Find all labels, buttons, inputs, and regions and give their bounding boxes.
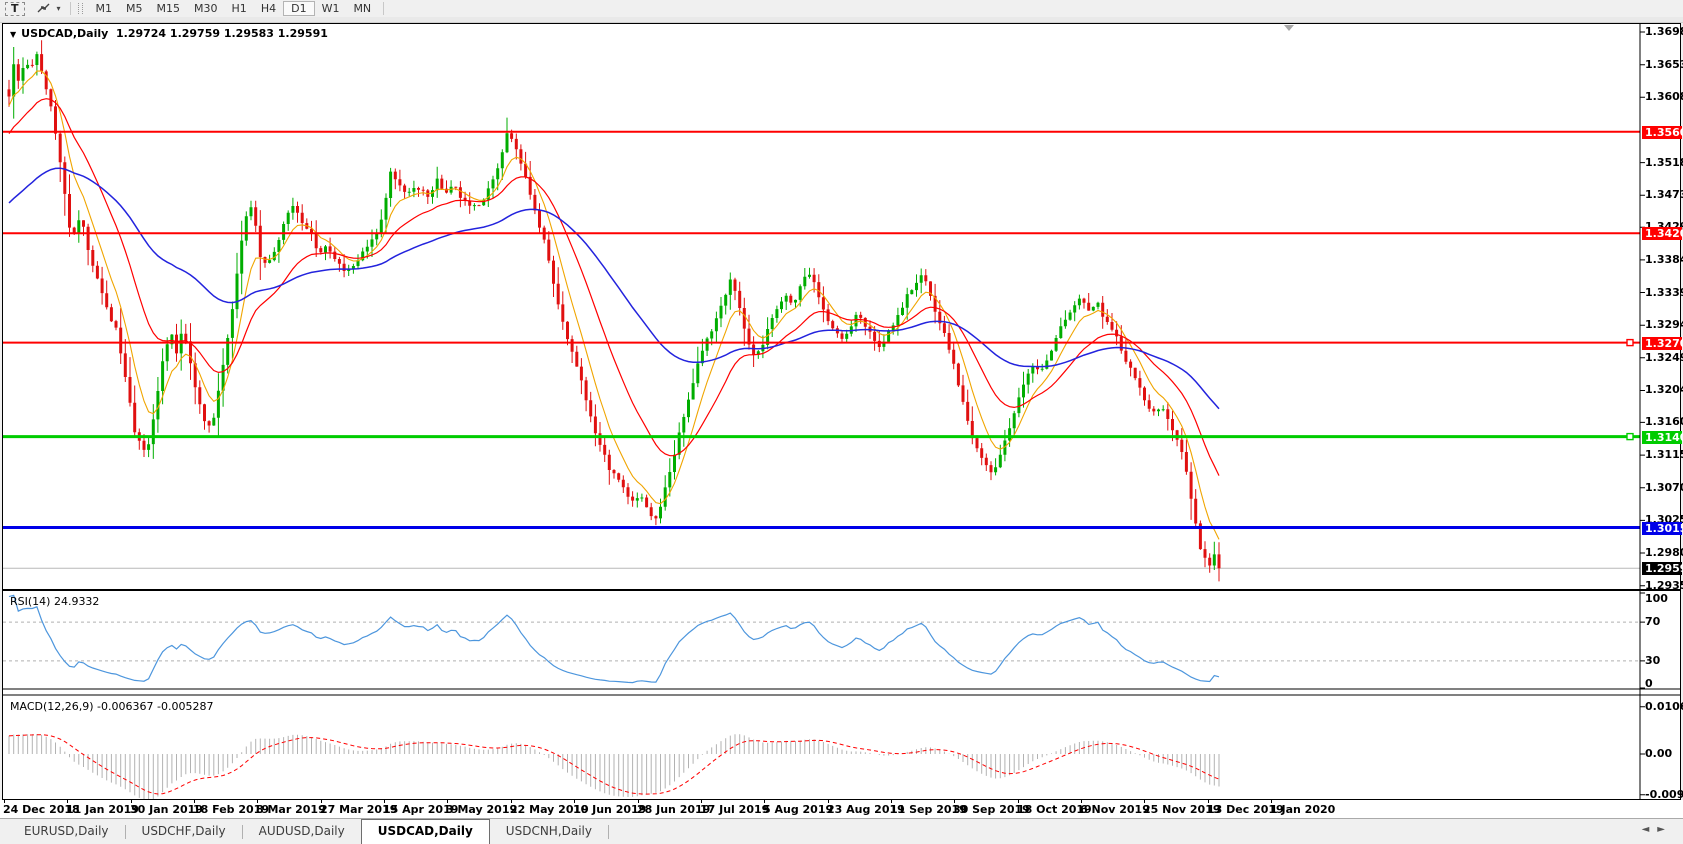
date-label: 30 Jan 2019 bbox=[130, 803, 203, 816]
tab-scroll-arrows: ◄► bbox=[1642, 824, 1673, 835]
date-label: 10 Jun 2019 bbox=[573, 803, 646, 816]
timeframe-button-m1[interactable]: M1 bbox=[89, 1, 120, 16]
date-label: 1 Jan 2020 bbox=[1270, 803, 1335, 816]
chart-window: ▼ USDCAD,Daily 1.29724 1.29759 1.29583 1.… bbox=[2, 23, 1681, 800]
axis-tick-label: 1.30700 bbox=[1645, 482, 1682, 494]
date-label: 3 May 2019 bbox=[446, 803, 517, 816]
rsi-pane[interactable] bbox=[3, 595, 1640, 682]
tabbar-spacer bbox=[0, 819, 8, 844]
date-label: 11 Jan 2019 bbox=[66, 803, 139, 816]
timeframe-button-w1[interactable]: W1 bbox=[315, 1, 347, 16]
axis-tick-label: 1.31150 bbox=[1645, 449, 1682, 461]
timeframe-button-m15[interactable]: M15 bbox=[150, 1, 188, 16]
timeframe-button-h1[interactable]: H1 bbox=[225, 1, 254, 16]
bear-candle-wicks bbox=[9, 40, 1219, 581]
price-line-label: 1.31405 bbox=[1642, 431, 1682, 444]
timeframe-button-h4[interactable]: H4 bbox=[254, 1, 283, 16]
chart-ohlc-label: 1.29724 1.29759 1.29583 1.29591 bbox=[116, 27, 328, 40]
axis-tick-label: 1.33390 bbox=[1645, 287, 1682, 299]
chart-title: ▼ USDCAD,Daily 1.29724 1.29759 1.29583 1.… bbox=[10, 27, 328, 40]
axis-tick-label: 0 bbox=[1645, 678, 1682, 690]
price-line-label: 1.30152 bbox=[1642, 522, 1682, 535]
price-line-label: 1.32700 bbox=[1642, 337, 1682, 350]
date-label: 5 Aug 2019 bbox=[763, 803, 833, 816]
axis-tick-label: 1.32040 bbox=[1645, 384, 1682, 396]
line-handle[interactable] bbox=[1627, 434, 1633, 440]
chart-tab-usdchf[interactable]: USDCHF,Daily bbox=[126, 819, 242, 844]
ma-medium-red bbox=[9, 99, 1219, 476]
axis-tick-label: 1.32940 bbox=[1645, 319, 1682, 331]
axis-tick-label: 1.36530 bbox=[1645, 59, 1682, 71]
timeframe-button-group: M1M5M15M30H1H4D1W1MN bbox=[89, 1, 379, 16]
date-label: 8 Mar 2019 bbox=[256, 803, 326, 816]
axis-tick-label: 1.36080 bbox=[1645, 91, 1682, 103]
axis-tick-label: 1.35180 bbox=[1645, 157, 1682, 169]
chart-tab-usdcad[interactable]: USDCAD,Daily bbox=[361, 819, 490, 844]
chart-shift-marker-icon[interactable] bbox=[1284, 25, 1294, 31]
collapse-triangle-icon[interactable]: ▼ bbox=[10, 30, 16, 39]
axis-tick-label: 30 bbox=[1645, 655, 1682, 667]
chart-tab-eurusd[interactable]: EURUSD,Daily bbox=[8, 819, 125, 844]
main-price-pane[interactable] bbox=[3, 40, 1640, 581]
axis-tick-label: 0.00 bbox=[1645, 748, 1682, 760]
toolbar-grip bbox=[78, 3, 83, 14]
axis-tick-label: 70 bbox=[1645, 616, 1682, 628]
arrange-windows-icon[interactable] bbox=[28, 2, 53, 16]
mt4-application: T ▾ M1M5M15M30H1H4D1W1MN ▼ USDCAD,Daily 1… bbox=[0, 0, 1683, 844]
arrange-windows-glyph bbox=[36, 2, 51, 14]
macd-pane[interactable] bbox=[9, 734, 1219, 799]
chart-tab-audusd[interactable]: AUDUSD,Daily bbox=[243, 819, 361, 844]
text-tool-button[interactable]: T bbox=[5, 2, 25, 16]
axis-tick-label: 1.34730 bbox=[1645, 189, 1682, 201]
date-label: 6 Nov 2019 bbox=[1080, 803, 1150, 816]
axis-tick-label: 0.010615 bbox=[1645, 701, 1682, 713]
chart-tab-bar: EURUSD,DailyUSDCHF,DailyAUDUSD,DailyUSDC… bbox=[0, 818, 1683, 844]
axis-tick-label: 1.29350 bbox=[1645, 580, 1682, 592]
axis-tick-label: 1.31600 bbox=[1645, 416, 1682, 428]
toolbar: T ▾ M1M5M15M30H1H4D1W1MN bbox=[0, 0, 1683, 17]
toolbar-separator bbox=[70, 2, 71, 15]
toolbar-separator bbox=[383, 2, 384, 15]
chart-symbol-label: USDCAD,Daily bbox=[21, 27, 108, 40]
tab-separator bbox=[608, 825, 609, 839]
rsi-line bbox=[9, 595, 1219, 682]
bull-candle-wicks bbox=[14, 47, 1215, 570]
date-axis: 24 Dec 201811 Jan 201930 Jan 201918 Feb … bbox=[0, 800, 1683, 818]
axis-tick-label: 1.36980 bbox=[1645, 26, 1682, 38]
timeframe-button-m30[interactable]: M30 bbox=[187, 1, 225, 16]
line-handle[interactable] bbox=[1627, 340, 1633, 346]
timeframe-button-d1[interactable]: D1 bbox=[283, 1, 314, 16]
tab-scroll-right-icon[interactable]: ► bbox=[1657, 824, 1673, 835]
macd-indicator-label: MACD(12,26,9) -0.006367 -0.005287 bbox=[10, 700, 213, 713]
chart-tab-usdcnh[interactable]: USDCNH,Daily bbox=[490, 819, 608, 844]
date-label: 17 Jul 2019 bbox=[700, 803, 769, 816]
tab-scroll-left-icon[interactable]: ◄ bbox=[1642, 824, 1658, 835]
rsi-indicator-label: RSI(14) 24.9332 bbox=[10, 595, 99, 608]
timeframe-button-mn[interactable]: MN bbox=[346, 1, 378, 16]
price-line-label: 1.35606 bbox=[1642, 126, 1682, 139]
axis-tick-label: 1.32490 bbox=[1645, 352, 1682, 364]
axis-tick-label: 100 bbox=[1645, 593, 1682, 605]
axis-tick-label: 1.33840 bbox=[1645, 254, 1682, 266]
price-line-label: 1.34206 bbox=[1642, 227, 1682, 240]
dropdown-caret-icon[interactable]: ▾ bbox=[53, 4, 65, 13]
axis-tick-label: 1.29800 bbox=[1645, 547, 1682, 559]
timeframe-button-m5[interactable]: M5 bbox=[119, 1, 150, 16]
chart-canvas[interactable] bbox=[3, 24, 1680, 799]
price-line-label: 1.29591 bbox=[1642, 562, 1682, 575]
